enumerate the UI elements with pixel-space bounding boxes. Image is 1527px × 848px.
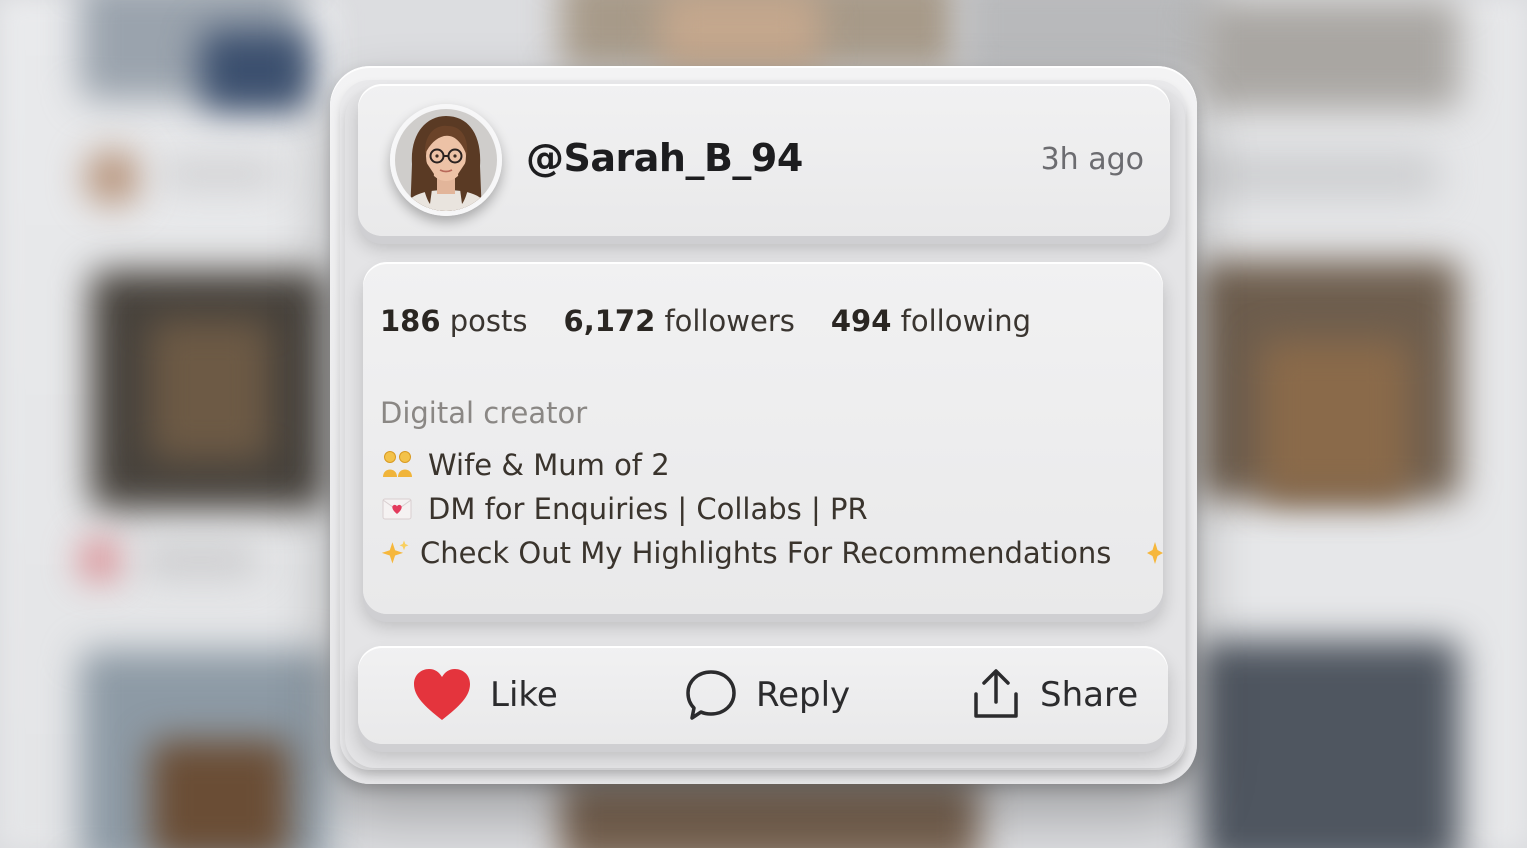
profile-category: Digital creator bbox=[380, 396, 588, 430]
background-text bbox=[160, 160, 280, 188]
post-timestamp: 3h ago bbox=[1040, 142, 1144, 177]
background-photo bbox=[150, 740, 290, 848]
posts-count: 186 bbox=[380, 304, 441, 338]
followers-label: followers bbox=[664, 304, 795, 338]
post-header: @Sarah_B_94 3h ago bbox=[358, 84, 1170, 236]
like-label: Like bbox=[490, 675, 558, 715]
avatar-portrait bbox=[393, 107, 499, 213]
sparkles-emoji-icon bbox=[1147, 542, 1163, 564]
bio-line: Check Out My Highlights For Recommendati… bbox=[380, 536, 1111, 570]
like-button[interactable]: Like bbox=[412, 646, 558, 744]
following-label: following bbox=[900, 304, 1032, 338]
reply-label: Reply bbox=[756, 675, 851, 715]
following-stat[interactable]: 494 following bbox=[831, 304, 1031, 338]
bio-text: DM for Enquiries | Collabs | PR bbox=[428, 492, 868, 526]
profile-stats: 186 posts 6,172 followers 494 following bbox=[380, 304, 1067, 338]
background-photo bbox=[1200, 640, 1460, 848]
background-text bbox=[1200, 150, 1440, 200]
background-photo bbox=[1200, 0, 1460, 110]
bio-text: Wife & Mum of 2 bbox=[428, 448, 670, 482]
avatar[interactable] bbox=[390, 104, 502, 216]
posts-label: posts bbox=[449, 304, 528, 338]
profile-details: 186 posts 6,172 followers 494 following Di… bbox=[363, 262, 1163, 614]
bio-text: Check Out My Highlights For Recommendati… bbox=[420, 536, 1112, 570]
background-photo bbox=[560, 780, 980, 848]
speech-bubble-icon bbox=[686, 670, 736, 720]
share-button[interactable]: Share bbox=[970, 646, 1138, 744]
background-photo bbox=[200, 30, 310, 110]
background-like bbox=[80, 540, 120, 580]
background-text bbox=[140, 545, 260, 575]
bio-line: Wife & Mum of 2 bbox=[380, 448, 670, 482]
posts-stat[interactable]: 186 posts bbox=[380, 304, 528, 338]
sparkles-emoji-icon bbox=[381, 540, 409, 564]
followers-stat[interactable]: 6,172 followers bbox=[564, 304, 795, 338]
following-count: 494 bbox=[830, 304, 892, 338]
bio-line: DM for Enquiries | Collabs | PR bbox=[380, 492, 868, 526]
background-photo bbox=[150, 320, 270, 460]
background-photo bbox=[1260, 340, 1410, 500]
family-emoji-icon bbox=[383, 451, 412, 477]
share-label: Share bbox=[1040, 675, 1139, 715]
background-avatar bbox=[85, 150, 140, 205]
followers-count: 6,172 bbox=[563, 304, 656, 338]
love-letter-emoji-icon bbox=[382, 498, 412, 520]
username[interactable]: @Sarah_B_94 bbox=[526, 136, 803, 180]
post-actions: Like Reply Share bbox=[358, 646, 1168, 744]
share-upload-icon bbox=[974, 669, 1018, 718]
reply-button[interactable]: Reply bbox=[684, 646, 850, 744]
background-photo bbox=[660, 0, 820, 70]
heart-icon bbox=[414, 669, 470, 720]
